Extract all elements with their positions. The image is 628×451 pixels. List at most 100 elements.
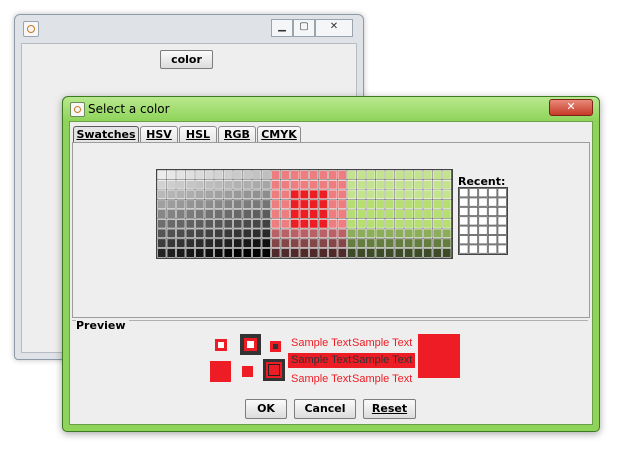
color-swatch[interactable] xyxy=(252,218,262,229)
recent-swatch[interactable] xyxy=(487,225,498,235)
recent-swatch[interactable] xyxy=(468,216,479,226)
color-swatch[interactable] xyxy=(252,209,262,219)
color-swatch[interactable] xyxy=(337,199,347,209)
color-button[interactable]: color xyxy=(160,50,213,69)
color-swatch[interactable] xyxy=(214,199,224,209)
recent-swatch[interactable] xyxy=(468,235,479,245)
color-swatch[interactable] xyxy=(223,209,233,219)
color-swatch[interactable] xyxy=(166,170,176,180)
recent-swatch[interactable] xyxy=(459,225,469,235)
color-swatch[interactable] xyxy=(195,170,205,180)
color-swatch[interactable] xyxy=(347,248,357,258)
color-swatch[interactable] xyxy=(404,180,414,190)
color-swatch[interactable] xyxy=(385,180,395,190)
color-swatch[interactable] xyxy=(233,199,243,209)
color-swatch[interactable] xyxy=(166,218,176,229)
color-swatch[interactable] xyxy=(233,170,243,180)
color-swatch[interactable] xyxy=(242,189,252,200)
color-swatch[interactable] xyxy=(271,189,281,200)
color-swatch[interactable] xyxy=(413,228,423,239)
color-swatch[interactable] xyxy=(328,180,338,190)
color-swatch[interactable] xyxy=(280,170,290,180)
color-swatch[interactable] xyxy=(356,180,366,190)
color-swatch[interactable] xyxy=(442,218,452,229)
color-swatch[interactable] xyxy=(432,189,442,200)
tab-hsl[interactable]: HSL xyxy=(179,126,217,142)
color-swatch[interactable] xyxy=(385,199,395,209)
color-swatch[interactable] xyxy=(242,218,252,229)
cancel-button[interactable]: Cancel xyxy=(294,399,356,419)
color-swatch[interactable] xyxy=(394,238,404,248)
color-swatch[interactable] xyxy=(347,170,357,180)
color-swatch[interactable] xyxy=(214,248,224,258)
recent-swatch[interactable] xyxy=(478,244,488,254)
color-swatch[interactable] xyxy=(204,170,214,180)
color-swatch[interactable] xyxy=(176,218,186,229)
color-swatch[interactable] xyxy=(290,199,300,209)
color-swatch[interactable] xyxy=(366,199,376,209)
color-swatch[interactable] xyxy=(375,189,385,200)
color-swatch[interactable] xyxy=(356,189,366,200)
color-swatch[interactable] xyxy=(337,209,347,219)
color-swatch[interactable] xyxy=(404,199,414,209)
color-swatch[interactable] xyxy=(185,170,195,180)
color-swatch[interactable] xyxy=(195,189,205,200)
color-swatch[interactable] xyxy=(157,218,167,229)
color-swatch[interactable] xyxy=(328,170,338,180)
background-titlebar[interactable]: ▁ ▢ ✕ xyxy=(15,15,363,43)
color-swatch[interactable] xyxy=(385,238,395,248)
color-swatch[interactable] xyxy=(280,238,290,248)
color-swatch[interactable] xyxy=(385,189,395,200)
color-swatch[interactable] xyxy=(366,238,376,248)
recent-swatch[interactable] xyxy=(487,235,498,245)
color-swatch[interactable] xyxy=(223,218,233,229)
color-swatch[interactable] xyxy=(404,170,414,180)
color-swatch[interactable] xyxy=(385,218,395,229)
recent-swatch-grid[interactable] xyxy=(458,187,508,255)
color-swatch[interactable] xyxy=(166,209,176,219)
recent-swatch[interactable] xyxy=(478,197,488,207)
color-swatch[interactable] xyxy=(318,209,328,219)
recent-swatch[interactable] xyxy=(497,197,507,207)
color-swatch[interactable] xyxy=(394,248,404,258)
color-swatch[interactable] xyxy=(195,180,205,190)
tab-hsv[interactable]: HSV xyxy=(140,126,178,142)
color-swatch[interactable] xyxy=(157,199,167,209)
color-swatch[interactable] xyxy=(366,228,376,239)
color-swatch[interactable] xyxy=(223,189,233,200)
color-swatch[interactable] xyxy=(356,199,366,209)
color-swatch[interactable] xyxy=(271,199,281,209)
color-swatch[interactable] xyxy=(299,209,309,219)
color-swatch[interactable] xyxy=(252,170,262,180)
color-swatch[interactable] xyxy=(214,189,224,200)
color-swatch[interactable] xyxy=(328,248,338,258)
color-swatch[interactable] xyxy=(223,238,233,248)
color-swatch[interactable] xyxy=(328,199,338,209)
color-swatch[interactable] xyxy=(233,189,243,200)
color-swatch[interactable] xyxy=(347,180,357,190)
color-swatch[interactable] xyxy=(233,180,243,190)
color-swatch[interactable] xyxy=(233,248,243,258)
color-swatch[interactable] xyxy=(394,209,404,219)
color-swatch[interactable] xyxy=(423,199,433,209)
color-swatch[interactable] xyxy=(394,189,404,200)
recent-swatch[interactable] xyxy=(468,197,479,207)
color-swatch[interactable] xyxy=(261,209,271,219)
color-swatch[interactable] xyxy=(280,248,290,258)
color-swatch[interactable] xyxy=(356,228,366,239)
color-swatch[interactable] xyxy=(214,209,224,219)
color-swatch[interactable] xyxy=(318,180,328,190)
color-swatch[interactable] xyxy=(185,238,195,248)
color-swatch[interactable] xyxy=(290,209,300,219)
color-swatch[interactable] xyxy=(337,238,347,248)
recent-swatch[interactable] xyxy=(497,206,507,217)
color-swatch[interactable] xyxy=(413,189,423,200)
color-swatch[interactable] xyxy=(280,199,290,209)
recent-swatch[interactable] xyxy=(497,235,507,245)
color-swatch[interactable] xyxy=(432,248,442,258)
color-swatch[interactable] xyxy=(432,218,442,229)
color-swatch[interactable] xyxy=(195,228,205,239)
recent-swatch[interactable] xyxy=(468,244,479,254)
color-swatch[interactable] xyxy=(299,170,309,180)
recent-swatch[interactable] xyxy=(459,244,469,254)
